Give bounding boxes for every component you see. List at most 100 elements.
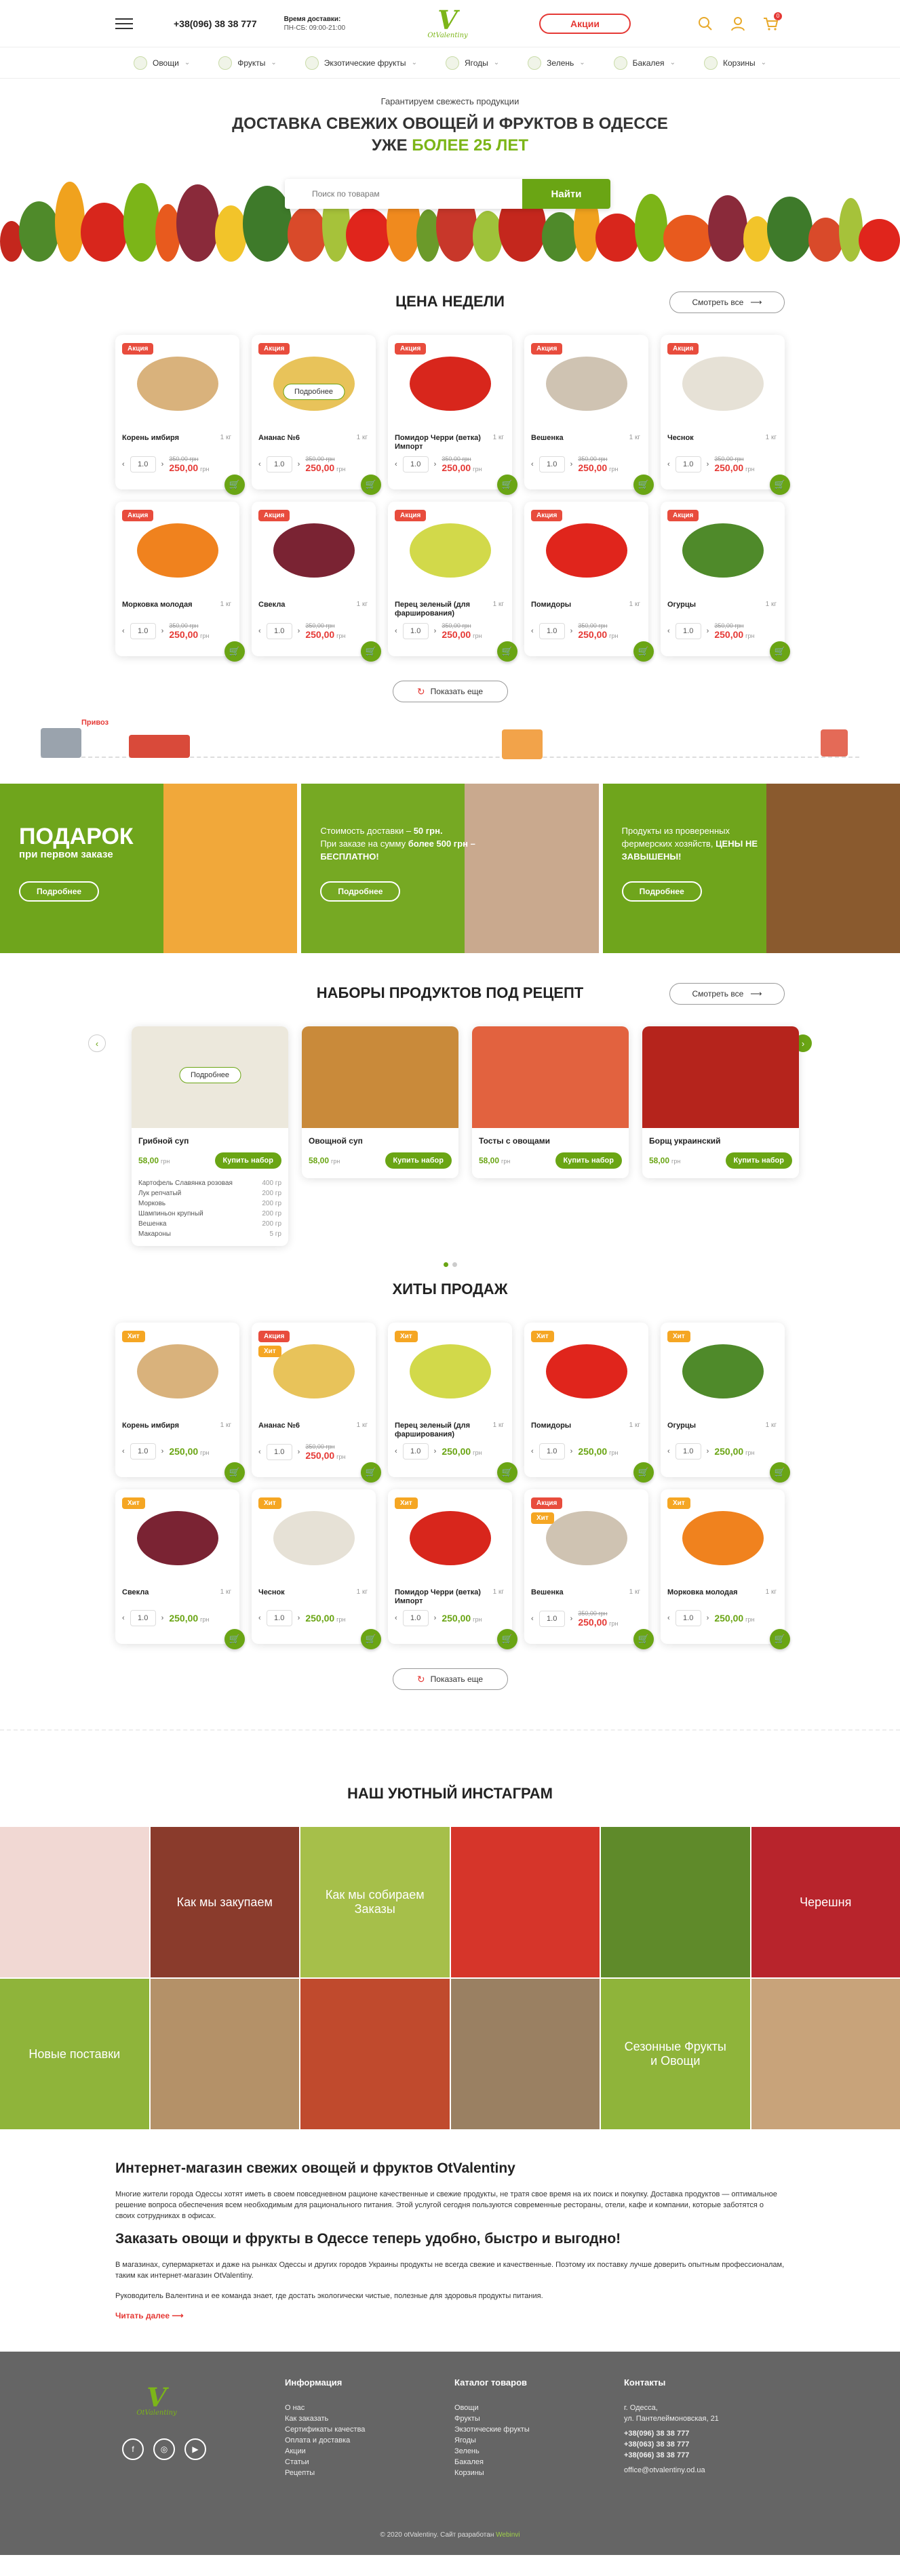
nav-item[interactable]: Зелень ⌄ bbox=[528, 56, 585, 70]
decrease-button[interactable]: ‹ bbox=[395, 1614, 397, 1622]
product-card[interactable]: Акция Перец зеленый (для фарширования) 1 к… bbox=[388, 502, 517, 662]
footer-link[interactable]: Акции bbox=[285, 2446, 454, 2457]
decrease-button[interactable]: ‹ bbox=[395, 627, 397, 635]
product-name[interactable]: Огурцы bbox=[667, 1422, 778, 1441]
recipe-image[interactable] bbox=[302, 1026, 458, 1128]
add-to-cart-button[interactable]: 🛒 bbox=[224, 475, 245, 495]
add-to-cart-button[interactable]: 🛒 bbox=[633, 1462, 654, 1483]
increase-button[interactable]: › bbox=[434, 1614, 437, 1622]
buy-set-button[interactable]: Купить набор bbox=[214, 1152, 281, 1169]
add-to-cart-button[interactable]: 🛒 bbox=[361, 1629, 381, 1649]
decrease-button[interactable]: ‹ bbox=[531, 460, 534, 468]
nav-item[interactable]: Ягоды ⌄ bbox=[445, 56, 499, 70]
product-card[interactable]: Акция Хит Ананас №6 1 кг ‹ 1.0 › 350,00 грн 250,… bbox=[252, 1323, 381, 1483]
product-image[interactable]: Хит bbox=[122, 1497, 233, 1579]
footer-link[interactable]: Рецепты bbox=[285, 2468, 454, 2478]
product-name[interactable]: Корень имбиря bbox=[122, 434, 233, 453]
recipe-card[interactable]: Тосты с овощами 58,00 грн Купить набор bbox=[472, 1026, 629, 1178]
decrease-button[interactable]: ‹ bbox=[667, 460, 670, 468]
quantity-value[interactable]: 1.0 bbox=[539, 623, 565, 639]
product-name[interactable]: Перец зеленый (для фарширования) bbox=[395, 601, 505, 620]
show-more-button[interactable]: ↻ Показать еще bbox=[392, 681, 508, 702]
product-name[interactable]: Помидоры bbox=[531, 601, 642, 620]
read-more-link[interactable]: Читать далее ⟶ bbox=[115, 2311, 184, 2320]
footer-link[interactable]: Фрукты bbox=[454, 2413, 624, 2424]
increase-button[interactable]: › bbox=[298, 1614, 300, 1622]
increase-button[interactable]: › bbox=[161, 460, 164, 468]
product-image[interactable]: Акция bbox=[122, 510, 233, 591]
details-button[interactable]: Подробнее bbox=[282, 384, 345, 400]
product-name[interactable]: Помидор Черри (ветка) Импорт bbox=[395, 434, 505, 453]
instagram-post[interactable] bbox=[300, 1979, 450, 2129]
decrease-button[interactable]: ‹ bbox=[667, 1447, 670, 1455]
decrease-button[interactable]: ‹ bbox=[531, 1447, 534, 1455]
add-to-cart-button[interactable]: 🛒 bbox=[497, 641, 517, 662]
product-card[interactable]: Акция Помидоры 1 кг ‹ 1.0 › 350,00 грн 250,00 гр… bbox=[524, 502, 654, 662]
add-to-cart-button[interactable]: 🛒 bbox=[361, 641, 381, 662]
quantity-value[interactable]: 1.0 bbox=[675, 1443, 701, 1460]
quantity-value[interactable]: 1.0 bbox=[402, 623, 429, 639]
decrease-button[interactable]: ‹ bbox=[258, 1614, 261, 1622]
instagram-post[interactable]: Новые поставки bbox=[0, 1979, 149, 2129]
instagram-post[interactable] bbox=[150, 1979, 299, 2129]
increase-button[interactable]: › bbox=[707, 460, 709, 468]
add-to-cart-button[interactable]: 🛒 bbox=[633, 1629, 654, 1649]
product-image[interactable]: Акция bbox=[531, 510, 642, 591]
product-card[interactable]: Хит Помидор Черри (ветка) Импорт 1 кг ‹ 1.0 ›… bbox=[388, 1489, 517, 1649]
decrease-button[interactable]: ‹ bbox=[395, 460, 397, 468]
instagram-post[interactable]: Черешня bbox=[751, 1827, 900, 1977]
footer-link[interactable]: Оплата и доставка bbox=[285, 2435, 454, 2446]
instagram-post[interactable]: Как мы закупаем bbox=[150, 1827, 299, 1977]
product-card[interactable]: Хит Огурцы 1 кг ‹ 1.0 › 250,00 грн 🛒 bbox=[661, 1323, 790, 1483]
add-to-cart-button[interactable]: 🛒 bbox=[770, 1462, 790, 1483]
product-name[interactable]: Вешенка bbox=[531, 434, 642, 453]
product-name[interactable]: Огурцы bbox=[667, 601, 778, 620]
instagram-post[interactable] bbox=[601, 1827, 750, 1977]
increase-button[interactable]: › bbox=[161, 627, 164, 635]
farm-details-button[interactable]: Подробнее bbox=[621, 881, 702, 902]
quantity-value[interactable]: 1.0 bbox=[402, 456, 429, 472]
increase-button[interactable]: › bbox=[298, 1448, 300, 1456]
product-image[interactable]: Акция Хит bbox=[531, 1497, 642, 1579]
product-image[interactable]: Акция bbox=[122, 343, 233, 424]
footer-link[interactable]: Ягоды bbox=[454, 2435, 624, 2446]
recipe-name[interactable]: Тосты с овощами bbox=[472, 1128, 629, 1152]
increase-button[interactable]: › bbox=[434, 460, 437, 468]
product-image[interactable]: Акция bbox=[395, 510, 505, 591]
instagram-post[interactable]: Как мы собираем Заказы bbox=[300, 1827, 450, 1977]
recipe-card[interactable]: Подробнее Грибной суп 58,00 грн Купить набор… bbox=[132, 1026, 288, 1246]
increase-button[interactable]: › bbox=[570, 1615, 573, 1623]
decrease-button[interactable]: ‹ bbox=[122, 460, 125, 468]
footer-link[interactable]: Корзины bbox=[454, 2468, 624, 2478]
decrease-button[interactable]: ‹ bbox=[258, 627, 261, 635]
decrease-button[interactable]: ‹ bbox=[258, 1448, 261, 1456]
increase-button[interactable]: › bbox=[570, 627, 573, 635]
add-to-cart-button[interactable]: 🛒 bbox=[633, 475, 654, 495]
buy-set-button[interactable]: Купить набор bbox=[725, 1152, 792, 1169]
increase-button[interactable]: › bbox=[707, 1447, 709, 1455]
product-image[interactable]: Хит bbox=[395, 1331, 505, 1412]
product-image[interactable]: Хит bbox=[395, 1497, 505, 1579]
add-to-cart-button[interactable]: 🛒 bbox=[224, 1629, 245, 1649]
product-card[interactable]: Хит Перец зеленый (для фарширования) 1 кг ‹… bbox=[388, 1323, 517, 1483]
footer-link[interactable]: Как заказать bbox=[285, 2413, 454, 2424]
nav-item[interactable]: Экзотические фрукты ⌄ bbox=[305, 56, 417, 70]
instagram-post[interactable] bbox=[450, 1979, 600, 2129]
search-button[interactable]: Найти bbox=[522, 179, 610, 209]
product-card[interactable]: Акция Свекла 1 кг ‹ 1.0 › 350,00 грн 250,00 грн 🛒 bbox=[252, 502, 381, 662]
footer-phone[interactable]: +38(096) 38 38 777 bbox=[624, 2428, 785, 2439]
product-image[interactable]: Хит bbox=[531, 1331, 642, 1412]
footer-link[interactable]: Бакалея bbox=[454, 2457, 624, 2468]
youtube-icon[interactable]: ▶ bbox=[184, 2438, 206, 2460]
product-image[interactable]: Акция bbox=[667, 510, 778, 591]
product-name[interactable]: Чеснок bbox=[667, 434, 778, 453]
increase-button[interactable]: › bbox=[298, 627, 300, 635]
product-name[interactable]: Чеснок bbox=[258, 1588, 369, 1607]
product-name[interactable]: Помидоры bbox=[531, 1422, 642, 1441]
instagram-post[interactable] bbox=[0, 1827, 149, 1977]
product-name[interactable]: Морковка молодая bbox=[122, 601, 233, 620]
show-more-button[interactable]: ↻ Показать еще bbox=[392, 1668, 508, 1690]
facebook-icon[interactable]: f bbox=[122, 2438, 144, 2460]
decrease-button[interactable]: ‹ bbox=[531, 1615, 534, 1623]
product-card[interactable]: Акция Корень имбиря 1 кг ‹ 1.0 › 350,00 грн 250… bbox=[115, 335, 245, 495]
